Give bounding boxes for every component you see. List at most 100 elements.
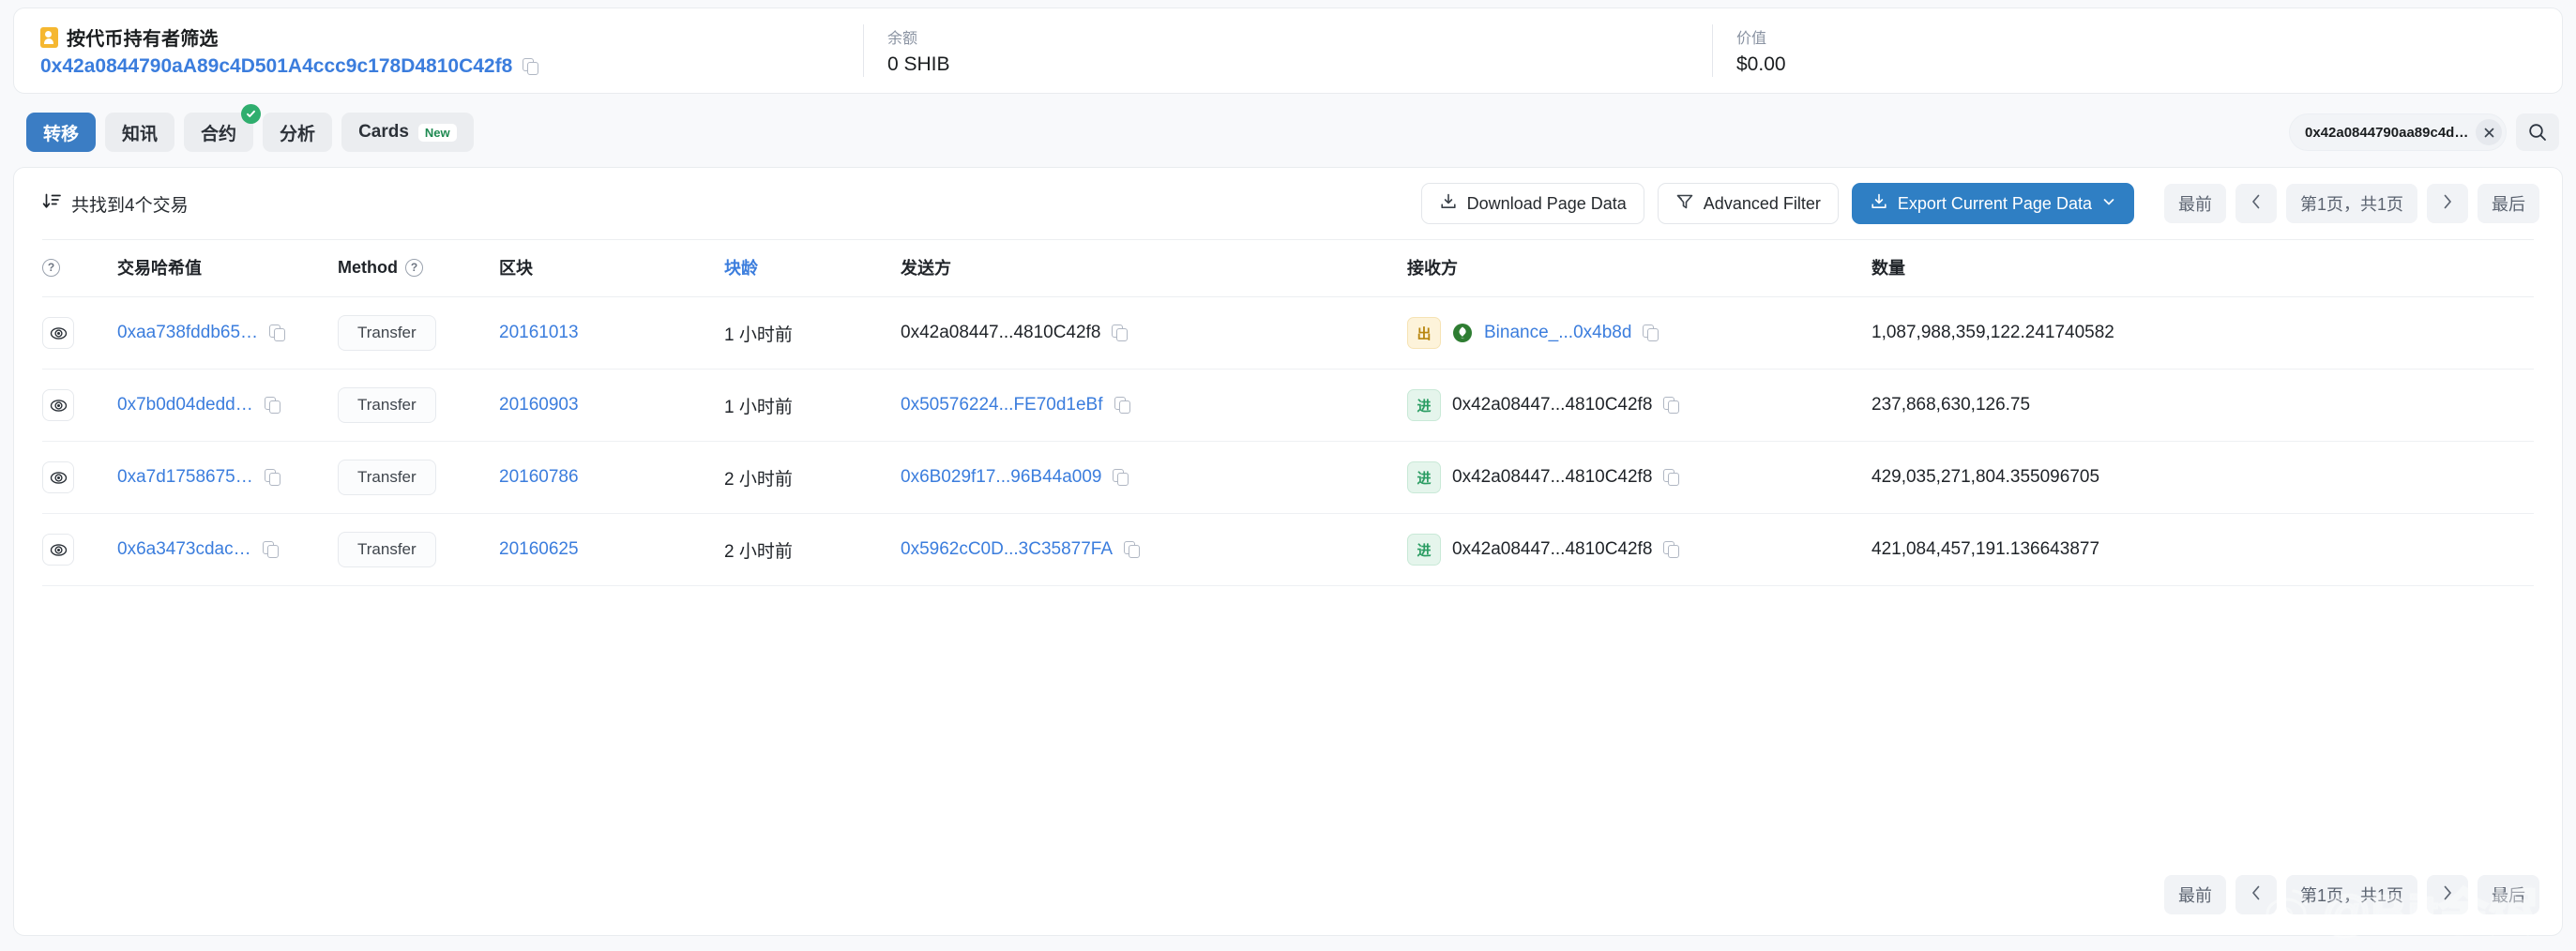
block-number-link[interactable]: 20160625 [499, 539, 579, 559]
copy-icon[interactable] [269, 324, 286, 342]
help-icon[interactable]: ? [42, 258, 60, 277]
tab-cards-new-badge: New [417, 123, 457, 142]
th-amount: 数量 [1871, 239, 2534, 297]
cell-amount: 1,087,988,359,122.241740582 [1871, 296, 2534, 370]
toolbar-actions: Download Page Data Advanced Filter Expor… [1420, 183, 2539, 224]
tab-contract-label: 合约 [201, 124, 237, 144]
tab-transfers[interactable]: 转移 [26, 113, 97, 152]
eye-icon[interactable] [42, 534, 74, 566]
table-row: 0x6a3473cdac… Transfer 20160625 2 小时前 0x5962… [42, 513, 2534, 586]
account-address-text[interactable]: 0x42a0844790aA89c4D501A4ccc9c178D4810C42… [40, 55, 512, 78]
th-to-label: 接收方 [1407, 259, 1458, 278]
advanced-filter-button[interactable]: Advanced Filter [1657, 183, 1839, 224]
from-address[interactable]: 0x6B029f17...96B44a009 [901, 467, 1101, 488]
age-text: 2 小时前 [724, 541, 793, 562]
cell-eye [42, 296, 117, 370]
copy-icon[interactable] [523, 57, 539, 76]
table-row: 0xa7d1758675… Transfer 20160786 2 小时前 0x6B02… [42, 441, 2534, 514]
transfers-table: ? 交易哈希值 Method ? 区块 块龄 发送方 接收方 数量 0xaa73… [42, 239, 2534, 586]
copy-icon[interactable] [1113, 468, 1129, 487]
tab-bar-right [2289, 113, 2563, 151]
block-number-link[interactable]: 20160786 [499, 467, 579, 487]
pagination-bottom-next-button[interactable] [2427, 875, 2468, 914]
from-address: 0x42a08447...4810C42f8 [901, 323, 1101, 342]
th-age[interactable]: 块龄 [724, 239, 901, 297]
advanced-filter-label: Advanced Filter [1703, 193, 1821, 213]
export-current-page-data-button[interactable]: Export Current Page Data [1851, 183, 2134, 224]
block-number-link[interactable]: 20160903 [499, 395, 579, 415]
copy-icon[interactable] [1643, 324, 1659, 342]
tab-analytics[interactable]: 分析 [263, 113, 333, 152]
eye-icon[interactable] [42, 317, 74, 349]
sort-descending-icon[interactable] [42, 191, 62, 217]
pagination-bottom-prev-button[interactable] [2235, 875, 2277, 914]
table-toolbar: 共找到4个交易 Download Page Data Advanced Filt… [14, 168, 2562, 239]
cell-hash: 0xaa738fddb65… [117, 296, 338, 370]
to-address: 0x42a08447...4810C42f8 [1452, 467, 1653, 487]
th-block: 区块 [499, 239, 724, 297]
method-badge: Transfer [338, 315, 436, 351]
tab-info[interactable]: 知讯 [105, 113, 175, 152]
to-address: 0x42a08447...4810C42f8 [1452, 395, 1653, 415]
funnel-icon [1675, 192, 1694, 216]
from-address[interactable]: 0x5962cC0D...3C35877FA [901, 539, 1113, 560]
copy-icon[interactable] [1663, 396, 1680, 415]
pagination-bottom-last-button[interactable]: 最后 [2478, 875, 2539, 914]
pagination-bottom: 最前 第1页，共1页 最后 [2163, 875, 2539, 914]
pagination-first-button[interactable]: 最前 [2163, 184, 2226, 223]
transfers-panel: 共找到4个交易 Download Page Data Advanced Filt… [13, 167, 2563, 936]
results-count-text: 共找到4个交易 [71, 195, 189, 216]
transaction-hash-link[interactable]: 0xaa738fddb65… [117, 323, 258, 343]
search-input[interactable] [2305, 124, 2472, 141]
tab-cards[interactable]: Cards New [341, 113, 474, 152]
download-page-data-button[interactable]: Download Page Data [1420, 183, 1644, 224]
block-number-link[interactable]: 20161013 [499, 323, 579, 342]
copy-icon[interactable] [1114, 396, 1131, 415]
pagination-page-indicator: 第1页，共1页 [2285, 184, 2417, 223]
pagination-prev-button[interactable] [2235, 184, 2277, 223]
transaction-hash-link[interactable]: 0x7b0d04dedd… [117, 395, 253, 415]
to-address[interactable]: Binance_...0x4b8d [1484, 323, 1631, 343]
copy-icon[interactable] [264, 468, 281, 487]
tab-bar: 转移 知讯 合约 分析 Cards New [13, 103, 2563, 161]
results-count: 共找到4个交易 [42, 191, 189, 217]
binance-logo-icon [1452, 323, 1473, 343]
copy-icon[interactable] [1112, 324, 1129, 342]
verified-check-icon [241, 104, 262, 124]
pagination-top: 最前 第1页，共1页 最后 [2163, 184, 2539, 223]
eye-icon[interactable] [42, 389, 74, 421]
pagination-bottom-first-button[interactable]: 最前 [2163, 875, 2226, 914]
cell-from: 0x5962cC0D...3C35877FA [901, 513, 1407, 586]
cell-age: 2 小时前 [724, 441, 901, 514]
value-block: 价值 $0.00 [1712, 24, 1786, 77]
account-address[interactable]: 0x42a0844790aA89c4D501A4ccc9c178D4810C42… [40, 55, 863, 78]
search-box[interactable] [2289, 113, 2507, 151]
age-text: 1 小时前 [724, 397, 793, 417]
transaction-hash-link[interactable]: 0x6a3473cdac… [117, 539, 251, 560]
copy-icon[interactable] [1663, 468, 1680, 487]
pagination-last-button[interactable]: 最后 [2478, 184, 2539, 223]
balance-block: 余额 0 SHIB [863, 24, 1712, 77]
copy-icon[interactable] [1663, 540, 1680, 559]
table-row: 0x7b0d04dedd… Transfer 20160903 1 小时前 0x5057… [42, 369, 2534, 442]
close-icon[interactable] [2476, 119, 2502, 145]
th-amount-label: 数量 [1871, 259, 1905, 278]
copy-icon[interactable] [264, 396, 281, 415]
tab-transfers-label: 转移 [43, 124, 80, 144]
th-from-label: 发送方 [901, 259, 951, 278]
transaction-hash-link[interactable]: 0xa7d1758675… [117, 467, 253, 488]
eye-icon[interactable] [42, 461, 74, 493]
cell-hash: 0x6a3473cdac… [117, 513, 338, 586]
cell-method: Transfer [338, 513, 499, 586]
th-to: 接收方 [1407, 239, 1871, 297]
copy-icon[interactable] [1124, 540, 1141, 559]
tab-contract[interactable]: 合约 [184, 104, 262, 152]
age-text: 2 小时前 [724, 469, 793, 490]
copy-icon[interactable] [262, 540, 280, 559]
cell-eye [42, 441, 117, 514]
cell-from: 0x50576224...FE70d1eBf [901, 369, 1407, 442]
pagination-next-button[interactable] [2427, 184, 2468, 223]
method-help-icon[interactable]: ? [404, 258, 423, 277]
search-icon[interactable] [2516, 113, 2559, 151]
from-address[interactable]: 0x50576224...FE70d1eBf [901, 395, 1103, 415]
